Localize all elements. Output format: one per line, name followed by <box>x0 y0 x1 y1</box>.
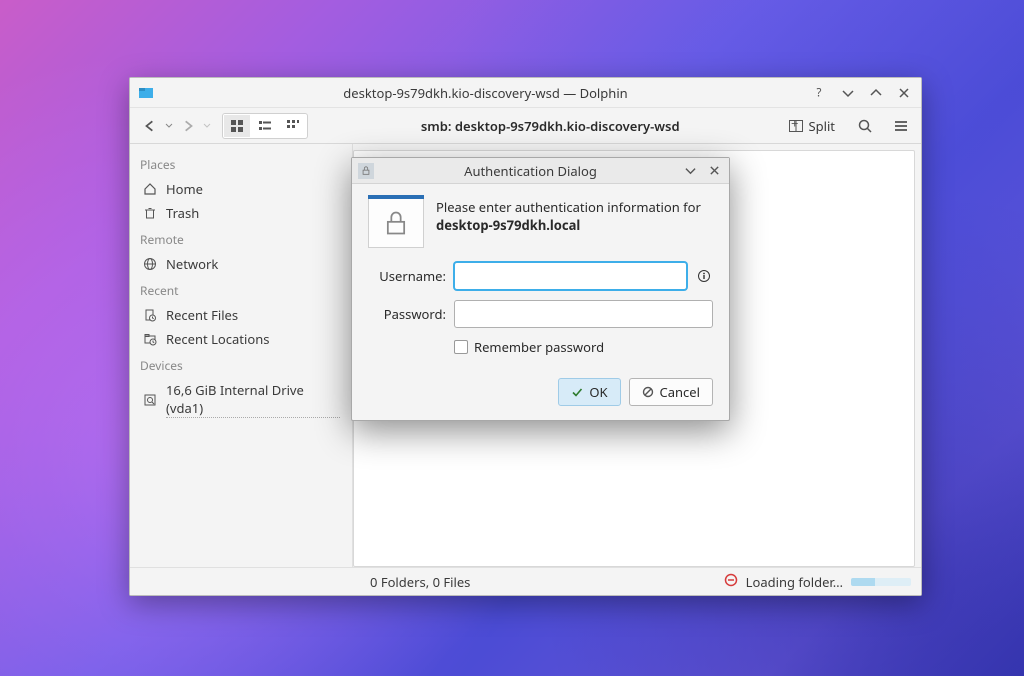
sidebar-item-label: Recent Files <box>166 306 238 324</box>
drive-icon <box>142 392 158 408</box>
svg-text:?: ? <box>817 86 822 100</box>
maximize-icon[interactable] <box>867 84 885 102</box>
icons-view-button[interactable] <box>224 115 250 137</box>
cancel-icon <box>642 386 654 398</box>
statusbar: 0 Folders, 0 Files Loading folder… <box>130 567 921 595</box>
view-mode-group <box>222 113 308 139</box>
sidebar-item-label: 16,6 GiB Internal Drive (vda1) <box>166 381 340 418</box>
dialog-close-icon[interactable] <box>705 162 723 180</box>
forward-history-chevron-icon[interactable] <box>202 114 212 138</box>
username-hint-icon[interactable] <box>695 267 713 285</box>
remember-password-label: Remember password <box>474 338 604 356</box>
dialog-minimize-icon[interactable] <box>681 162 699 180</box>
section-remote: Remote <box>140 231 344 248</box>
remember-password-checkbox[interactable] <box>454 340 468 354</box>
status-items-count: 0 Folders, 0 Files <box>370 573 470 591</box>
check-icon <box>571 386 583 398</box>
sidebar-item-label: Recent Locations <box>166 330 269 348</box>
loading-progress <box>851 578 911 586</box>
section-recent: Recent <box>140 282 344 299</box>
sidebar-item-home[interactable]: Home <box>138 177 344 201</box>
username-label: Username: <box>368 267 446 285</box>
split-button[interactable]: + Split <box>782 115 841 137</box>
recent-locations-icon <box>142 331 158 347</box>
dialog-message: Please enter authentication information … <box>436 198 713 248</box>
dialog-titlebar: Authentication Dialog <box>352 158 729 184</box>
sidebar-item-drive[interactable]: 16,6 GiB Internal Drive (vda1) <box>138 378 344 421</box>
app-icon <box>138 85 154 101</box>
network-icon <box>142 256 158 272</box>
search-icon[interactable] <box>853 114 877 138</box>
forward-button[interactable] <box>176 114 200 138</box>
close-icon[interactable] <box>895 84 913 102</box>
dialog-host: desktop-9s79dkh.local <box>436 216 580 234</box>
desktop-wallpaper: desktop-9s79dkh.kio-discovery-wsd — Dolp… <box>0 0 1024 676</box>
lock-app-icon <box>358 163 374 179</box>
window-titlebar: desktop-9s79dkh.kio-discovery-wsd — Dolp… <box>130 78 921 108</box>
sidebar-item-trash[interactable]: Trash <box>138 201 344 225</box>
cancel-label: Cancel <box>660 383 700 401</box>
help-icon[interactable]: ? <box>811 84 829 102</box>
recent-files-icon <box>142 307 158 323</box>
sidebar-item-recent-files[interactable]: Recent Files <box>138 303 344 327</box>
stop-loading-icon[interactable] <box>724 573 738 591</box>
ok-label: OK <box>589 383 607 401</box>
password-label: Password: <box>368 305 446 323</box>
password-input[interactable] <box>454 300 713 328</box>
trash-icon <box>142 205 158 221</box>
auth-dialog: Authentication Dialog Please enter authe… <box>351 157 730 421</box>
sidebar-item-network[interactable]: Network <box>138 252 344 276</box>
breadcrumb[interactable]: smb: desktop-9s79dkh.kio-discovery-wsd <box>318 117 782 135</box>
home-icon <box>142 181 158 197</box>
dialog-message-prefix: Please enter authentication information … <box>436 198 701 216</box>
window-title: desktop-9s79dkh.kio-discovery-wsd — Dolp… <box>160 84 811 102</box>
back-history-chevron-icon[interactable] <box>164 114 174 138</box>
sidebar-item-label: Trash <box>166 204 199 222</box>
ok-button[interactable]: OK <box>558 378 620 406</box>
sidebar-item-label: Home <box>166 180 203 198</box>
username-input[interactable] <box>454 262 687 290</box>
compact-view-button[interactable] <box>252 115 278 137</box>
details-view-button[interactable] <box>280 115 306 137</box>
hamburger-menu-icon[interactable] <box>889 114 913 138</box>
split-label: Split <box>808 117 835 135</box>
svg-text:+: + <box>791 118 798 132</box>
sidebar-item-label: Network <box>166 255 218 273</box>
sidebar-item-recent-locations[interactable]: Recent Locations <box>138 327 344 351</box>
dialog-title: Authentication Dialog <box>380 162 681 180</box>
minimize-icon[interactable] <box>839 84 857 102</box>
section-devices: Devices <box>140 357 344 374</box>
toolbar: smb: desktop-9s79dkh.kio-discovery-wsd +… <box>130 108 921 144</box>
lock-thumbnail-icon <box>368 198 424 248</box>
status-loading-text: Loading folder… <box>746 573 843 591</box>
section-places: Places <box>140 156 344 173</box>
cancel-button[interactable]: Cancel <box>629 378 713 406</box>
back-button[interactable] <box>138 114 162 138</box>
places-panel: Places Home Trash Remote Network Recent <box>130 144 353 567</box>
